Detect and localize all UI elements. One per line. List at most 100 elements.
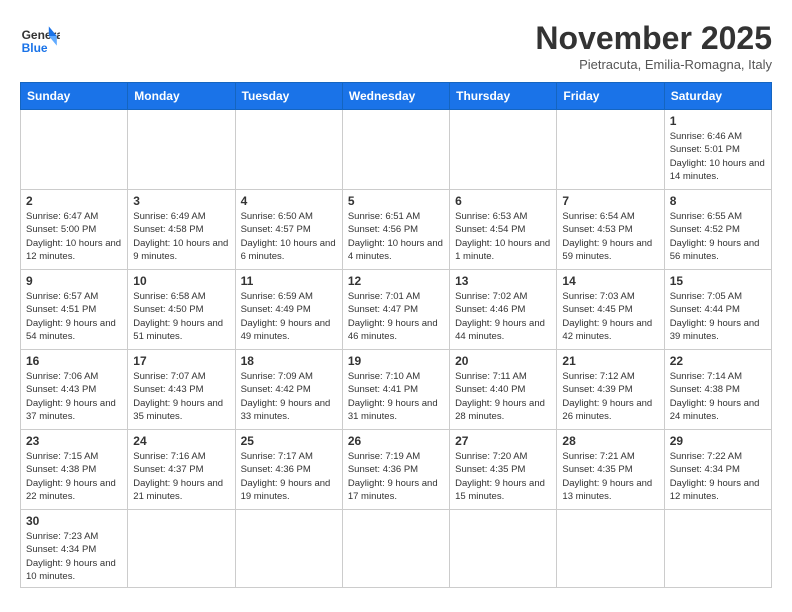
day-info: Sunrise: 6:47 AM Sunset: 5:00 PM Dayligh… — [26, 210, 122, 263]
weekday-header-wednesday: Wednesday — [342, 83, 449, 110]
weekday-header-friday: Friday — [557, 83, 664, 110]
day-info: Sunrise: 7:03 AM Sunset: 4:45 PM Dayligh… — [562, 290, 658, 343]
day-info: Sunrise: 7:09 AM Sunset: 4:42 PM Dayligh… — [241, 370, 337, 423]
page-header: General Blue November 2025 Pietracuta, E… — [20, 20, 772, 72]
calendar-cell: 29Sunrise: 7:22 AM Sunset: 4:34 PM Dayli… — [664, 430, 771, 510]
calendar-cell: 6Sunrise: 6:53 AM Sunset: 4:54 PM Daylig… — [450, 190, 557, 270]
calendar-cell: 2 Sunrise: 6:47 AM Sunset: 5:00 PM Daylig… — [21, 190, 128, 270]
day-number: 2 — [26, 194, 122, 208]
day-number: 14 — [562, 274, 658, 288]
calendar-cell: 7 Sunrise: 6:54 AM Sunset: 4:53 PM Daylig… — [557, 190, 664, 270]
day-info: Sunrise: 7:11 AM Sunset: 4:40 PM Dayligh… — [455, 370, 551, 423]
calendar-cell: 14 Sunrise: 7:03 AM Sunset: 4:45 PM Dayli… — [557, 270, 664, 350]
calendar-cell — [342, 510, 449, 588]
day-number: 15 — [670, 274, 766, 288]
day-info: Sunrise: 6:58 AM Sunset: 4:50 PM Dayligh… — [133, 290, 229, 343]
day-info: Sunrise: 6:59 AM Sunset: 4:49 PM Dayligh… — [241, 290, 337, 343]
calendar-week-row: 2 Sunrise: 6:47 AM Sunset: 5:00 PM Daylig… — [21, 190, 772, 270]
weekday-header-monday: Monday — [128, 83, 235, 110]
calendar-cell — [450, 110, 557, 190]
month-title: November 2025 — [535, 20, 772, 57]
day-number: 17 — [133, 354, 229, 368]
calendar-cell: 11Sunrise: 6:59 AM Sunset: 4:49 PM Dayli… — [235, 270, 342, 350]
calendar-cell — [235, 110, 342, 190]
day-number: 4 — [241, 194, 337, 208]
day-number: 21 — [562, 354, 658, 368]
day-number: 23 — [26, 434, 122, 448]
svg-text:Blue: Blue — [22, 41, 48, 55]
calendar-cell — [557, 110, 664, 190]
day-info: Sunrise: 7:20 AM Sunset: 4:35 PM Dayligh… — [455, 450, 551, 503]
calendar-cell: 16Sunrise: 7:06 AM Sunset: 4:43 PM Dayli… — [21, 350, 128, 430]
day-info: Sunrise: 7:16 AM Sunset: 4:37 PM Dayligh… — [133, 450, 229, 503]
day-info: Sunrise: 7:14 AM Sunset: 4:38 PM Dayligh… — [670, 370, 766, 423]
day-number: 20 — [455, 354, 551, 368]
calendar-cell: 19 Sunrise: 7:10 AM Sunset: 4:41 PM Dayli… — [342, 350, 449, 430]
day-number: 18 — [241, 354, 337, 368]
calendar-cell: 21 Sunrise: 7:12 AM Sunset: 4:39 PM Dayli… — [557, 350, 664, 430]
calendar-cell: 15Sunrise: 7:05 AM Sunset: 4:44 PM Dayli… — [664, 270, 771, 350]
calendar-cell: 3 Sunrise: 6:49 AM Sunset: 4:58 PM Daylig… — [128, 190, 235, 270]
day-number: 9 — [26, 274, 122, 288]
calendar-cell — [342, 110, 449, 190]
calendar-cell: 8Sunrise: 6:55 AM Sunset: 4:52 PM Daylig… — [664, 190, 771, 270]
day-number: 28 — [562, 434, 658, 448]
calendar-cell: 23 Sunrise: 7:15 AM Sunset: 4:38 PM Dayli… — [21, 430, 128, 510]
calendar-cell: 25 Sunrise: 7:17 AM Sunset: 4:36 PM Dayli… — [235, 430, 342, 510]
calendar-cell: 28 Sunrise: 7:21 AM Sunset: 4:35 PM Dayli… — [557, 430, 664, 510]
calendar-cell: 18 Sunrise: 7:09 AM Sunset: 4:42 PM Dayli… — [235, 350, 342, 430]
calendar-week-row: 23 Sunrise: 7:15 AM Sunset: 4:38 PM Dayli… — [21, 430, 772, 510]
weekday-header-thursday: Thursday — [450, 83, 557, 110]
day-info: Sunrise: 7:06 AM Sunset: 4:43 PM Dayligh… — [26, 370, 122, 423]
calendar-cell — [235, 510, 342, 588]
day-number: 7 — [562, 194, 658, 208]
day-info: Sunrise: 6:51 AM Sunset: 4:56 PM Dayligh… — [348, 210, 444, 263]
day-number: 30 — [26, 514, 122, 528]
day-info: Sunrise: 7:07 AM Sunset: 4:43 PM Dayligh… — [133, 370, 229, 423]
calendar-cell — [128, 110, 235, 190]
day-number: 22 — [670, 354, 766, 368]
day-info: Sunrise: 7:10 AM Sunset: 4:41 PM Dayligh… — [348, 370, 444, 423]
day-info: Sunrise: 6:50 AM Sunset: 4:57 PM Dayligh… — [241, 210, 337, 263]
weekday-header-saturday: Saturday — [664, 83, 771, 110]
day-number: 13 — [455, 274, 551, 288]
day-number: 24 — [133, 434, 229, 448]
calendar-cell: 12Sunrise: 7:01 AM Sunset: 4:47 PM Dayli… — [342, 270, 449, 350]
calendar-week-row: 16Sunrise: 7:06 AM Sunset: 4:43 PM Dayli… — [21, 350, 772, 430]
day-info: Sunrise: 6:54 AM Sunset: 4:53 PM Dayligh… — [562, 210, 658, 263]
day-info: Sunrise: 7:15 AM Sunset: 4:38 PM Dayligh… — [26, 450, 122, 503]
day-info: Sunrise: 7:19 AM Sunset: 4:36 PM Dayligh… — [348, 450, 444, 503]
weekday-header-tuesday: Tuesday — [235, 83, 342, 110]
day-number: 26 — [348, 434, 444, 448]
calendar-title-area: November 2025 Pietracuta, Emilia-Romagna… — [535, 20, 772, 72]
calendar-cell — [664, 510, 771, 588]
day-info: Sunrise: 7:21 AM Sunset: 4:35 PM Dayligh… — [562, 450, 658, 503]
location-subtitle: Pietracuta, Emilia-Romagna, Italy — [535, 57, 772, 72]
calendar-week-row: 1Sunrise: 6:46 AM Sunset: 5:01 PM Daylig… — [21, 110, 772, 190]
calendar-cell: 13 Sunrise: 7:02 AM Sunset: 4:46 PM Dayli… — [450, 270, 557, 350]
day-info: Sunrise: 7:12 AM Sunset: 4:39 PM Dayligh… — [562, 370, 658, 423]
day-number: 19 — [348, 354, 444, 368]
calendar-cell: 24 Sunrise: 7:16 AM Sunset: 4:37 PM Dayli… — [128, 430, 235, 510]
day-info: Sunrise: 7:17 AM Sunset: 4:36 PM Dayligh… — [241, 450, 337, 503]
logo-svg: General Blue — [20, 20, 60, 60]
calendar-cell — [21, 110, 128, 190]
day-info: Sunrise: 6:57 AM Sunset: 4:51 PM Dayligh… — [26, 290, 122, 343]
calendar-cell: 1Sunrise: 6:46 AM Sunset: 5:01 PM Daylig… — [664, 110, 771, 190]
day-number: 3 — [133, 194, 229, 208]
day-info: Sunrise: 6:53 AM Sunset: 4:54 PM Dayligh… — [455, 210, 551, 263]
day-number: 12 — [348, 274, 444, 288]
calendar-cell — [128, 510, 235, 588]
day-info: Sunrise: 7:22 AM Sunset: 4:34 PM Dayligh… — [670, 450, 766, 503]
day-number: 25 — [241, 434, 337, 448]
day-info: Sunrise: 6:49 AM Sunset: 4:58 PM Dayligh… — [133, 210, 229, 263]
day-number: 1 — [670, 114, 766, 128]
calendar-cell: 20 Sunrise: 7:11 AM Sunset: 4:40 PM Dayli… — [450, 350, 557, 430]
calendar-week-row: 9 Sunrise: 6:57 AM Sunset: 4:51 PM Daylig… — [21, 270, 772, 350]
calendar-week-row: 30Sunrise: 7:23 AM Sunset: 4:34 PM Dayli… — [21, 510, 772, 588]
day-number: 10 — [133, 274, 229, 288]
day-info: Sunrise: 7:02 AM Sunset: 4:46 PM Dayligh… — [455, 290, 551, 343]
calendar-table: SundayMondayTuesdayWednesdayThursdayFrid… — [20, 82, 772, 588]
day-number: 8 — [670, 194, 766, 208]
calendar-cell: 26 Sunrise: 7:19 AM Sunset: 4:36 PM Dayli… — [342, 430, 449, 510]
